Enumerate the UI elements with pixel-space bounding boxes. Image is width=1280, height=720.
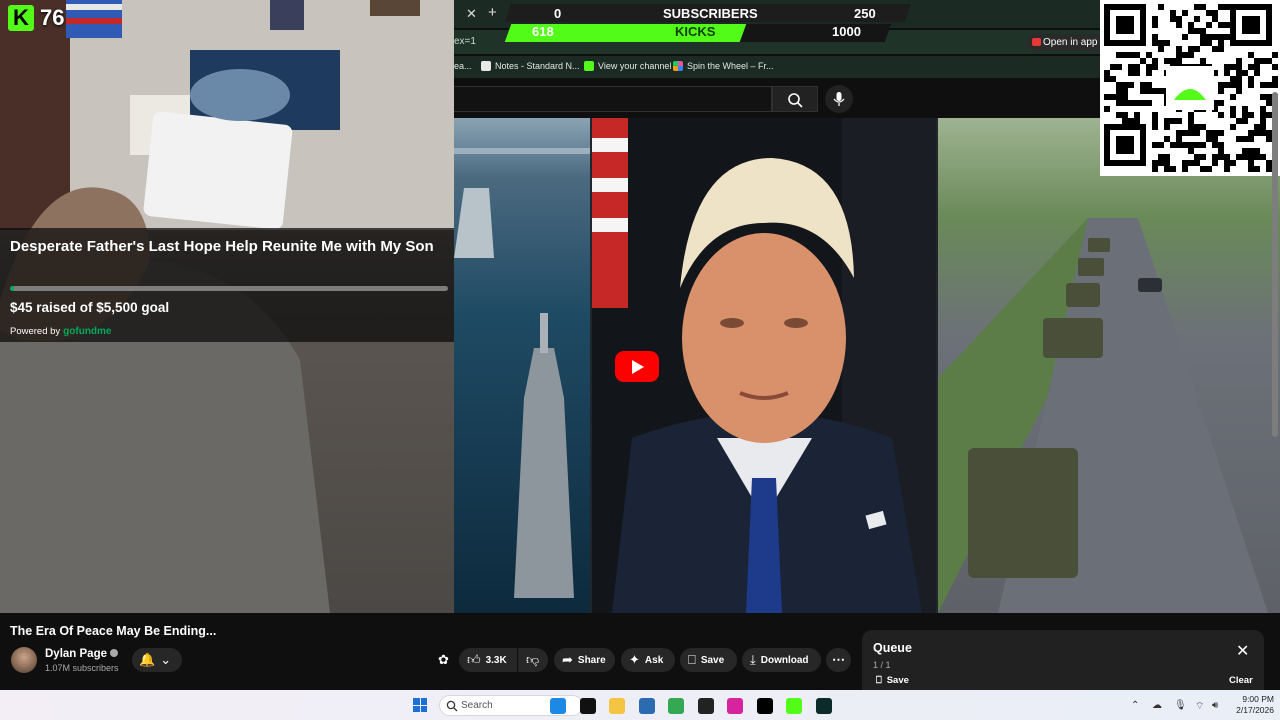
- search-icon: [446, 700, 458, 712]
- like-button[interactable]: 👍︎ 3.3K: [459, 648, 517, 672]
- qr-code-image: [1104, 4, 1278, 172]
- edge-icon[interactable]: [550, 698, 566, 714]
- store-icon[interactable]: [638, 698, 655, 714]
- kick-logo-icon: K: [8, 5, 34, 31]
- gofundme-logo: gofundme: [63, 326, 112, 337]
- kicks-target: 1000: [832, 24, 861, 39]
- channel-subscribers: 1.07M subscribers: [45, 663, 119, 673]
- fundraiser-title: Desperate Father's Last Hope Help Reunit…: [10, 238, 434, 255]
- clock-date: 2/17/2026: [1236, 705, 1274, 715]
- qr-code: [1100, 0, 1280, 176]
- clock-time: 9:00 PM: [1242, 694, 1274, 704]
- more-actions-button[interactable]: ⋯: [826, 648, 851, 672]
- subscribers-label: SUBSCRIBERS: [663, 6, 758, 21]
- channel-avatar[interactable]: [11, 647, 37, 673]
- sparkle-icon: ✦: [629, 652, 640, 667]
- notes-icon: [481, 61, 491, 71]
- x-icon[interactable]: [756, 698, 773, 714]
- kicks-current: 618: [532, 24, 554, 39]
- kick-icon[interactable]: [786, 698, 802, 714]
- subscription-bell-button[interactable]: 🔔 ⌄: [132, 648, 182, 672]
- convoy-illustration: [938, 218, 1268, 613]
- cloud-icon[interactable]: ☁: [1152, 700, 1162, 711]
- chevron-up-icon[interactable]: ⌃: [1131, 700, 1139, 711]
- more-icon: ⋯: [832, 652, 845, 667]
- new-tab-icon[interactable]: +: [488, 4, 497, 21]
- sparkle-button[interactable]: ✿: [436, 648, 454, 672]
- tiktok-icon[interactable]: [579, 698, 596, 714]
- address-text: ex=1: [454, 36, 476, 47]
- bookmark-item[interactable]: Spin the Wheel – Fr...: [673, 61, 774, 71]
- close-tab-icon[interactable]: ✕: [466, 6, 477, 22]
- thumbnail-convoy: [938, 118, 1280, 613]
- instagram-icon[interactable]: [727, 698, 743, 714]
- fundraiser-overlay: Desperate Father's Last Hope Help Reunit…: [0, 228, 454, 342]
- kick-viewer-badge: K 76: [8, 4, 64, 32]
- thumbnail-warships: [454, 118, 590, 613]
- chevron-down-icon: ⌄: [160, 652, 172, 667]
- youtube-play-button[interactable]: [615, 351, 659, 382]
- kick-viewer-count: 76: [40, 5, 65, 30]
- thumbs-down-icon: 👎︎: [526, 652, 540, 667]
- open-in-app-button[interactable]: Open in app: [1027, 34, 1104, 51]
- microphone-icon[interactable]: 🎙︎: [1174, 700, 1187, 711]
- queue-count: 1 / 1: [873, 660, 891, 670]
- voice-search-button[interactable]: [825, 85, 853, 113]
- share-icon: ➦: [562, 652, 573, 667]
- thumbs-up-icon: 👍︎: [467, 652, 481, 667]
- volume-icon[interactable]: 🔊︎: [1212, 700, 1218, 711]
- windows-start-icon[interactable]: [413, 698, 427, 712]
- kick-icon: [584, 61, 594, 71]
- bookmark-item[interactable]: ea...: [454, 61, 472, 71]
- video-title: The Era Of Peace May Be Ending...: [10, 624, 217, 638]
- queue-clear-button[interactable]: Clear: [1229, 675, 1253, 686]
- wifi-icon[interactable]: ⌔: [1195, 700, 1204, 713]
- youtube-search-input[interactable]: [454, 86, 772, 112]
- wheel-icon: [673, 61, 683, 71]
- queue-title: Queue: [873, 641, 912, 655]
- sparkle-icon: ✿: [438, 652, 449, 667]
- search-icon: [788, 93, 803, 108]
- search-button[interactable]: [772, 86, 818, 112]
- fundraiser-progress-fill: [10, 286, 14, 291]
- fundraiser-raised-text: $45 raised of $5,500 goal: [10, 300, 170, 315]
- chrome-icon[interactable]: [668, 698, 684, 714]
- verified-icon: [110, 649, 118, 657]
- share-button[interactable]: ➦ Share: [554, 648, 615, 672]
- fundraiser-powered-by: Powered by gofundme: [10, 326, 112, 337]
- dislike-button[interactable]: 👎︎: [518, 648, 548, 672]
- warship-illustration: [454, 148, 590, 598]
- bookmark-icon: ⎕: [688, 652, 696, 667]
- file-explorer-icon[interactable]: [609, 698, 625, 714]
- download-button[interactable]: ⤓ Download: [742, 648, 821, 672]
- channel-name[interactable]: Dylan Page: [45, 648, 118, 660]
- save-button[interactable]: ⎕ Save: [680, 648, 737, 672]
- fundraiser-progress-bar: [10, 286, 448, 291]
- kicks-label: KICKS: [675, 24, 716, 39]
- bookmark-item[interactable]: Notes - Standard N...: [481, 61, 580, 71]
- queue-save-button[interactable]: ⎕ Save: [876, 675, 909, 686]
- bell-icon: 🔔: [139, 652, 156, 667]
- bookmark-item[interactable]: View your channel: [584, 61, 671, 71]
- queue-panel: Queue 1 / 1 ✕ ⎕ Save Clear: [862, 630, 1264, 690]
- ask-button[interactable]: ✦ Ask: [621, 648, 675, 672]
- media-icon[interactable]: [815, 698, 832, 714]
- page-scrollbar[interactable]: [1272, 92, 1278, 437]
- mic-icon: [833, 92, 845, 106]
- close-icon[interactable]: ✕: [1236, 644, 1249, 660]
- goal-widget: 0 SUBSCRIBERS 250 618 KICKS 1000: [504, 4, 912, 42]
- bookmark-icon: ⎕: [876, 675, 882, 686]
- subscribers-target: 250: [854, 6, 876, 21]
- subscribers-current: 0: [554, 6, 562, 21]
- amazon-icon[interactable]: [697, 698, 714, 714]
- taskbar-clock[interactable]: 9:00 PM 2/17/2026: [1230, 694, 1274, 716]
- download-icon: ⤓: [750, 652, 756, 667]
